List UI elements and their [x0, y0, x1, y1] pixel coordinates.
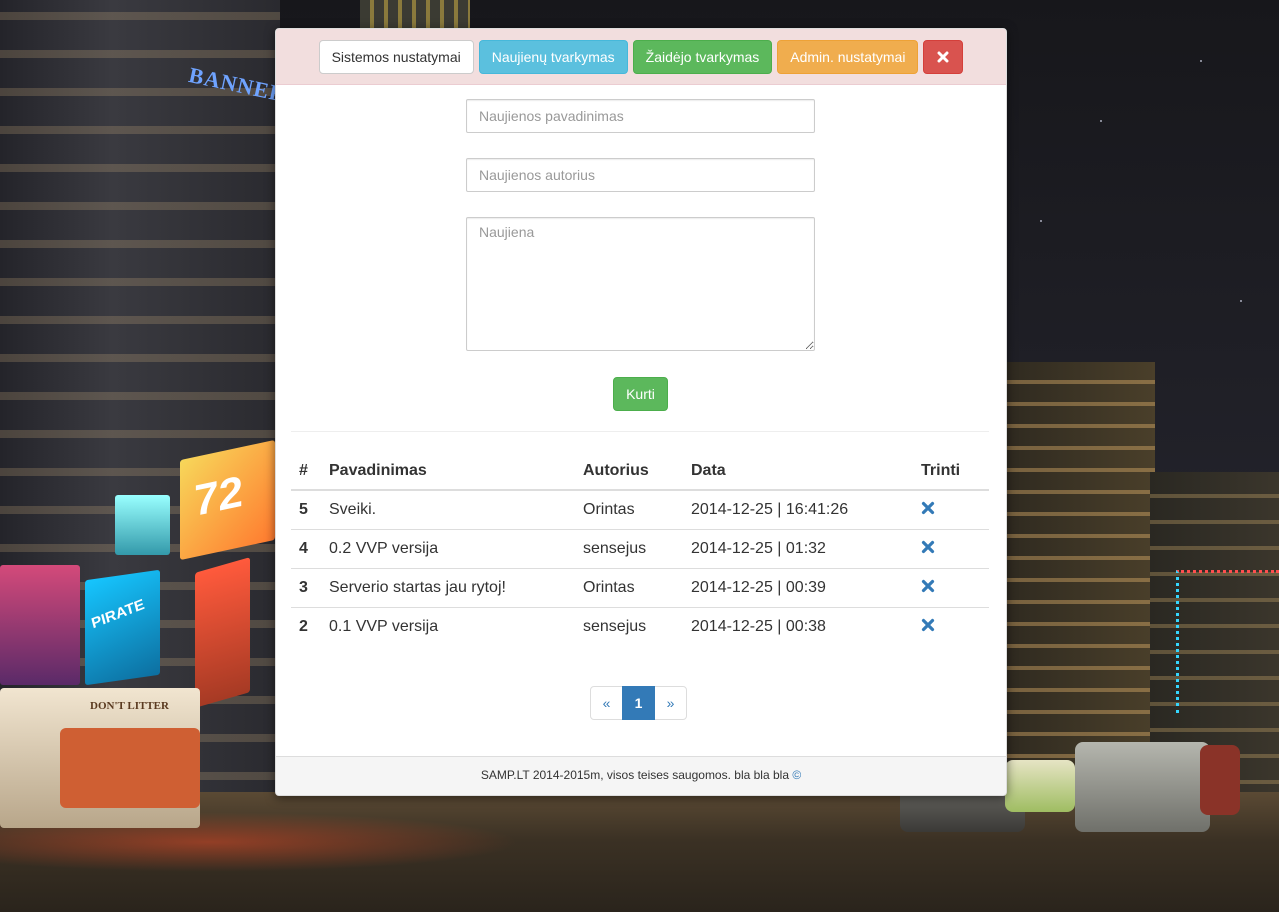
admin-settings-button[interactable]: Admin. nustatymai [777, 39, 919, 74]
row-author: sensejus [575, 607, 683, 646]
row-date: 2014-12-25 | 16:41:26 [683, 489, 913, 530]
close-button[interactable] [923, 39, 964, 74]
row-author: Orintas [575, 568, 683, 608]
panel-header-toolbar: Sistemos nustatymai Naujienų tvarkymas Ž… [276, 29, 1006, 85]
news-title-input[interactable] [466, 99, 815, 133]
system-settings-button[interactable]: Sistemos nustatymai [318, 39, 474, 74]
delete-icon[interactable] [921, 540, 935, 554]
news-body-textarea[interactable] [466, 217, 815, 351]
row-date: 2014-12-25 | 00:39 [683, 568, 913, 608]
column-header-author: Autorius [575, 452, 683, 491]
row-title: Serverio startas jau rytoj! [321, 568, 575, 608]
row-date: 2014-12-25 | 00:38 [683, 607, 913, 646]
news-table: # Pavadinimas Autorius Data Trinti 5 Sve… [291, 452, 989, 646]
row-title: Sveiki. [321, 489, 575, 530]
delete-icon[interactable] [921, 579, 935, 593]
table-row: 2 0.1 VVP versija sensejus 2014-12-25 | … [291, 607, 989, 646]
delete-icon[interactable] [921, 618, 935, 632]
column-header-delete: Trinti [913, 452, 989, 491]
row-id: 5 [291, 489, 321, 530]
pagination-page-1[interactable]: 1 [622, 686, 655, 720]
pagination-prev[interactable]: « [590, 686, 623, 720]
column-header-date: Data [683, 452, 913, 491]
row-date: 2014-12-25 | 01:32 [683, 529, 913, 569]
column-header-title: Pavadinimas [321, 452, 575, 491]
column-header-id: # [291, 452, 321, 491]
row-id: 3 [291, 568, 321, 608]
news-management-button[interactable]: Naujienų tvarkymas [478, 39, 628, 74]
row-id: 2 [291, 607, 321, 646]
copyright-symbol: © [792, 768, 802, 782]
pagination-next[interactable]: » [654, 686, 687, 720]
row-id: 4 [291, 529, 321, 569]
admin-panel: Sistemos nustatymai Naujienų tvarkymas Ž… [275, 28, 1007, 796]
news-author-input[interactable] [466, 158, 815, 192]
row-author: sensejus [575, 529, 683, 569]
table-row: 3 Serverio startas jau rytoj! Orintas 20… [291, 568, 989, 608]
player-management-button[interactable]: Žaidėjo tvarkymas [632, 39, 773, 74]
row-title: 0.2 VVP versija [321, 529, 575, 569]
row-title: 0.1 VVP versija [321, 607, 575, 646]
footer-text: SAMP.LT 2014-2015m, visos teises saugomo… [480, 768, 789, 782]
create-news-button[interactable]: Kurti [613, 377, 668, 411]
table-row: 5 Sveiki. Orintas 2014-12-25 | 16:41:26 [291, 489, 989, 530]
table-row: 4 0.2 VVP versija sensejus 2014-12-25 | … [291, 529, 989, 569]
delete-icon[interactable] [921, 501, 935, 515]
divider [291, 431, 989, 432]
pagination: « 1 » [590, 686, 687, 720]
close-icon [937, 51, 949, 63]
table-header-row: # Pavadinimas Autorius Data Trinti [291, 452, 989, 491]
panel-footer: SAMP.LT 2014-2015m, visos teises saugomo… [276, 756, 1006, 795]
row-author: Orintas [575, 489, 683, 530]
